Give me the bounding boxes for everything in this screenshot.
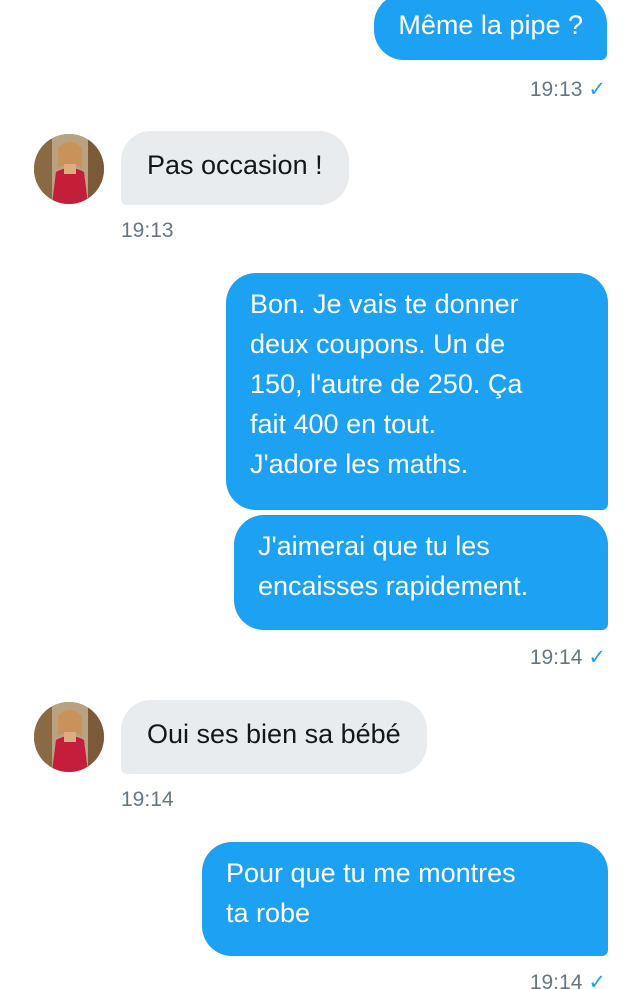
message-timestamp: 19:14 bbox=[121, 788, 174, 812]
conversation-thread: Même la pipe ? 19:13 ✓ Pas occasion ! 19:… bbox=[0, 0, 640, 989]
timestamp-text: 19:14 bbox=[121, 788, 174, 811]
message-timestamp: 19:14 ✓ bbox=[530, 645, 606, 670]
timestamp-text: 19:13 bbox=[529, 78, 583, 101]
message-timestamp: 19:13 bbox=[121, 219, 174, 243]
message-line: Pour que tu me montres bbox=[226, 858, 516, 888]
checkmark-icon: ✓ bbox=[588, 646, 606, 669]
outgoing-message[interactable]: Bon. Je vais te donner deux coupons. Un … bbox=[226, 273, 608, 510]
outgoing-message[interactable]: J'aimerai que tu les encaisses rapidemen… bbox=[234, 515, 608, 630]
contact-avatar[interactable] bbox=[34, 134, 104, 204]
message-text: Oui ses bien sa bébé bbox=[147, 719, 401, 749]
message-line: 150, l'autre de 250. Ça bbox=[250, 369, 523, 399]
checkmark-icon: ✓ bbox=[588, 78, 606, 101]
message-line: deux coupons. Un de bbox=[250, 329, 506, 359]
incoming-message[interactable]: Pas occasion ! bbox=[121, 131, 349, 205]
message-text: Pas occasion ! bbox=[147, 150, 323, 180]
checkmark-icon: ✓ bbox=[588, 971, 606, 989]
message-line: J'aimerai que tu les bbox=[258, 531, 490, 561]
message-text: Même la pipe ? bbox=[398, 10, 583, 40]
avatar-image bbox=[34, 134, 104, 204]
message-timestamp: 19:14 ✓ bbox=[530, 970, 606, 989]
message-line: encaisses rapidement. bbox=[258, 571, 529, 601]
timestamp-text: 19:13 bbox=[121, 219, 174, 242]
timestamp-text: 19:14 bbox=[529, 971, 583, 989]
message-line: Bon. Je vais te donner bbox=[250, 289, 519, 319]
contact-avatar[interactable] bbox=[34, 702, 104, 772]
message-line: J'adore les maths. bbox=[250, 449, 469, 479]
outgoing-message[interactable]: Pour que tu me montres ta robe bbox=[202, 842, 608, 956]
message-timestamp: 19:13 ✓ bbox=[530, 77, 606, 102]
message-line: ta robe bbox=[226, 898, 311, 928]
timestamp-text: 19:14 bbox=[529, 646, 583, 669]
incoming-message[interactable]: Oui ses bien sa bébé bbox=[121, 700, 427, 774]
outgoing-message[interactable]: Même la pipe ? bbox=[374, 0, 607, 60]
avatar-image bbox=[34, 702, 104, 772]
message-line: fait 400 en tout. bbox=[250, 409, 437, 439]
